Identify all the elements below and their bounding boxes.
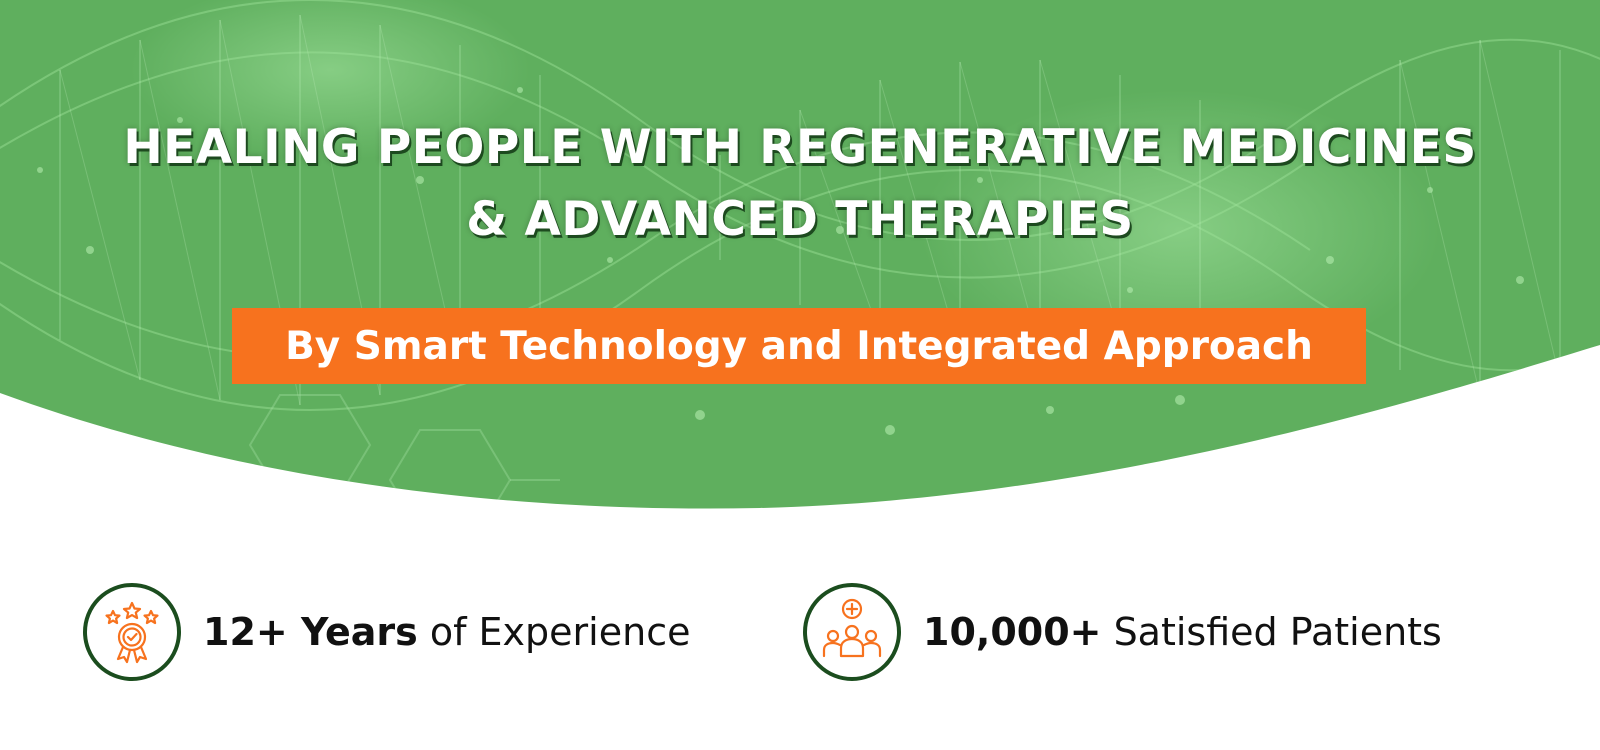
- award-ribbon-icon: [83, 583, 181, 681]
- headline-line-2: & ADVANCED THERAPIES: [466, 192, 1134, 247]
- stat-patients-label: Satisfied Patients: [1101, 610, 1442, 654]
- hero-banner: HEALING PEOPLE WITH REGENERATIVE MEDICIN…: [0, 0, 1600, 750]
- tagline-banner: By Smart Technology and Integrated Appro…: [232, 308, 1366, 384]
- hero-headline: HEALING PEOPLE WITH REGENERATIVE MEDICIN…: [0, 112, 1600, 256]
- stat-patients-value: 10,000+: [923, 610, 1102, 654]
- patients-medical-cross-icon: [803, 583, 901, 681]
- stat-experience-value: 12+ Years: [203, 610, 418, 654]
- stat-patients-text: 10,000+ Satisfied Patients: [923, 610, 1442, 654]
- stat-patients: 10,000+ Satisfied Patients: [803, 580, 1442, 684]
- stat-experience: 12+ Years of Experience: [83, 580, 690, 684]
- tagline-text: By Smart Technology and Integrated Appro…: [285, 323, 1313, 369]
- stat-experience-text: 12+ Years of Experience: [203, 610, 690, 654]
- headline-line-1: HEALING PEOPLE WITH REGENERATIVE MEDICIN…: [123, 120, 1477, 175]
- stat-experience-label: of Experience: [417, 610, 691, 654]
